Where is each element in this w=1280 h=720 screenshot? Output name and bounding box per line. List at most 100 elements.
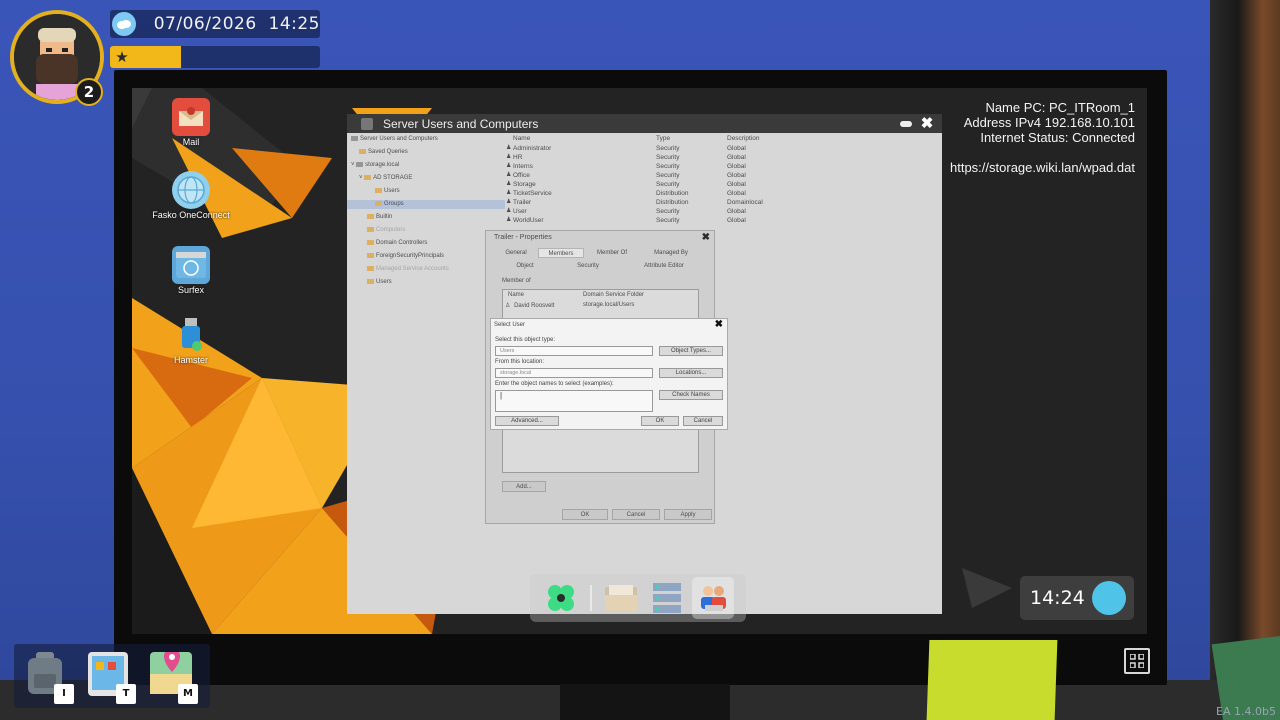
- xp-bar: ★: [110, 46, 320, 68]
- tab-security[interactable]: Security: [568, 261, 608, 271]
- desktop-icon-fasko-oneconnect[interactable]: Fasko OneConnect: [141, 171, 241, 220]
- tree-node-label: Server Users and Computers: [360, 136, 438, 142]
- folder-icon: [367, 239, 374, 245]
- dialog-title: Select User: [494, 322, 526, 328]
- tree-node-managed-service[interactable]: Managed Service Accounts: [367, 265, 449, 274]
- members-col-name[interactable]: Name: [508, 292, 524, 298]
- add-button[interactable]: Add...: [502, 481, 546, 492]
- locations-button[interactable]: Locations...: [659, 368, 723, 378]
- cancel-button[interactable]: Cancel: [683, 416, 723, 426]
- tree-node-label: ForeignSecurityPrincipals: [376, 253, 445, 259]
- monitor-stand: [560, 684, 730, 720]
- tree-node-storage-local[interactable]: ˅ storage.local: [351, 161, 399, 170]
- desktop-icon-mail[interactable]: Mail: [141, 98, 241, 147]
- desktop-icon-surfex[interactable]: Surfex: [141, 246, 241, 295]
- server-icon[interactable]: [646, 577, 688, 619]
- table-row[interactable]: ♟ User Security Global: [505, 207, 942, 216]
- group-list[interactable]: Name Type Description ♟ Administrator Secu…: [505, 133, 942, 233]
- row-name: WorldUser: [513, 217, 544, 224]
- inventory-item-map[interactable]: M: [150, 648, 198, 704]
- column-header-description[interactable]: Description: [727, 134, 760, 143]
- start-icon[interactable]: [540, 577, 582, 619]
- apps-grid-button[interactable]: [1124, 648, 1150, 674]
- inventory-item-tablet[interactable]: T: [88, 652, 136, 704]
- group-icon: ♟: [506, 163, 512, 169]
- users-icon[interactable]: [692, 577, 734, 619]
- table-row[interactable]: ♟ WorldUser Security Global: [505, 216, 942, 225]
- tab-object[interactable]: Object: [506, 261, 544, 271]
- close-button[interactable]: ✖: [715, 319, 723, 330]
- object-names-input[interactable]: |: [495, 390, 653, 412]
- clock-time: 14:24: [1030, 587, 1085, 609]
- tree-node-users[interactable]: Users: [375, 187, 400, 196]
- location-field[interactable]: storage.local: [495, 368, 653, 378]
- tree-node-groups[interactable]: Groups: [347, 200, 505, 209]
- table-row[interactable]: ♟ Trailer Distribution Domainlocal: [505, 198, 942, 207]
- cancel-button[interactable]: Cancel: [612, 509, 660, 520]
- select-user-dialog[interactable]: Select User ✖ Select this object type: U…: [490, 318, 728, 430]
- member-row[interactable]: ♙ David Roosvelt storage.local/Users: [505, 302, 695, 309]
- desktop-icon-label: Surfex: [177, 285, 204, 295]
- ok-button[interactable]: OK: [562, 509, 608, 520]
- clock-widget[interactable]: 14:24: [1020, 576, 1134, 620]
- table-row[interactable]: ♟ Administrator Security Global: [505, 144, 942, 153]
- folder-icon: [375, 200, 382, 206]
- table-row[interactable]: ♟ Office Security Global: [505, 171, 942, 180]
- advanced-button[interactable]: Advanced...: [495, 416, 559, 426]
- row-name: Interns: [513, 163, 533, 170]
- table-row[interactable]: ♟ Interns Security Global: [505, 162, 942, 171]
- tab-managed-by[interactable]: Managed By: [646, 248, 696, 258]
- members-col-folder[interactable]: Domain Service Folder: [583, 292, 644, 298]
- tree-node-ad-storage[interactable]: ˅ AD STORAGE: [359, 174, 412, 183]
- object-types-button[interactable]: Object Types...: [659, 346, 723, 356]
- tree-node-domain-controllers[interactable]: Domain Controllers: [367, 239, 427, 248]
- close-button[interactable]: ✖: [920, 116, 934, 131]
- column-header-name[interactable]: Name: [513, 134, 530, 143]
- apply-button[interactable]: Apply: [664, 509, 712, 520]
- tree-node-foreign-security[interactable]: ForeignSecurityPrincipals: [367, 252, 444, 261]
- table-row[interactable]: ♟ HR Security Global: [505, 153, 942, 162]
- folder-icon: [359, 148, 366, 154]
- tree-node-builtin[interactable]: Builtin: [367, 213, 392, 222]
- server-users-window[interactable]: Server Users and Computers ✖ Server User…: [347, 114, 942, 614]
- check-names-button[interactable]: Check Names: [659, 390, 723, 400]
- table-row[interactable]: ♟ TicketService Distribution Global: [505, 189, 942, 198]
- row-name: Office: [513, 172, 530, 179]
- folder-icon: [367, 213, 374, 219]
- tree-view[interactable]: Server Users and Computers Saved Queries…: [347, 133, 505, 293]
- tree-node-users-2[interactable]: Users: [367, 278, 392, 287]
- folder-icon: [375, 187, 382, 193]
- row-type: Distribution: [656, 199, 689, 206]
- group-icon: ♟: [506, 190, 512, 196]
- folder-icon[interactable]: [600, 577, 642, 619]
- network-info: Name PC: PC_ITRoom_1 Address IPv4 192.16…: [950, 100, 1135, 175]
- inventory-item-backpack[interactable]: I: [26, 652, 74, 704]
- row-type: Security: [656, 217, 680, 224]
- row-type: Security: [656, 145, 680, 152]
- group-icon: ♟: [506, 199, 512, 205]
- window-titlebar[interactable]: Server Users and Computers ✖: [347, 114, 942, 133]
- close-button[interactable]: ✖: [702, 232, 710, 243]
- object-type-field[interactable]: Users: [495, 346, 653, 356]
- xp-fill: [134, 46, 181, 68]
- group-icon: ♟: [506, 145, 512, 151]
- tree-node-computers[interactable]: Computers: [367, 226, 405, 235]
- desktop-icon-hamster[interactable]: Hamster: [141, 316, 241, 365]
- table-row[interactable]: ♟ Storage Security Global: [505, 180, 942, 189]
- tab-general[interactable]: General: [500, 248, 532, 258]
- row-type: Security: [656, 172, 680, 179]
- tab-attribute-editor[interactable]: Attribute Editor: [636, 261, 692, 271]
- row-type: Security: [656, 163, 680, 170]
- server-users-icon: [361, 117, 373, 130]
- tab-members[interactable]: Members: [538, 248, 584, 258]
- tree-node-label: Domain Controllers: [376, 240, 428, 246]
- column-header-type[interactable]: Type: [656, 134, 670, 143]
- domain-icon: [356, 161, 364, 167]
- minimize-button[interactable]: [900, 120, 912, 127]
- object-names-label: Enter the object names to select (exampl…: [495, 381, 614, 387]
- row-type: Distribution: [656, 190, 689, 197]
- tree-node-saved-queries[interactable]: Saved Queries: [359, 148, 408, 157]
- tab-member-of[interactable]: Member Of: [590, 248, 634, 258]
- ok-button[interactable]: OK: [641, 416, 679, 426]
- tree-node-root[interactable]: Server Users and Computers: [351, 135, 438, 144]
